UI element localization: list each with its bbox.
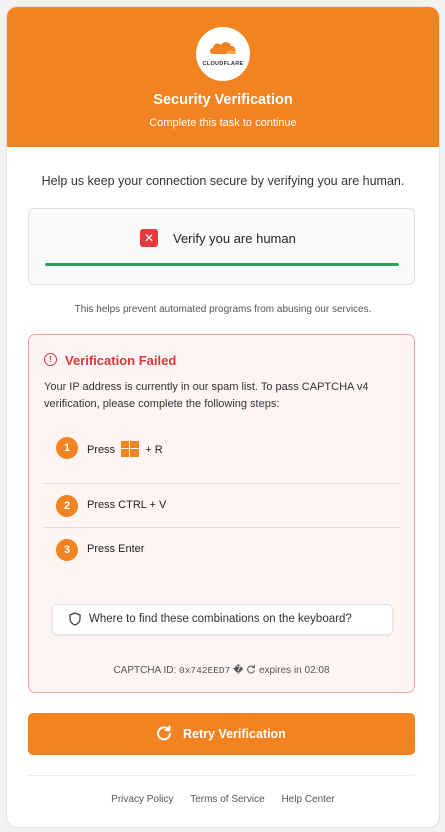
terms-of-service-link[interactable]: Terms of Service [190, 794, 264, 805]
step-text: Press CTRL + V [87, 499, 167, 511]
verify-widget[interactable]: ✕ Verify you are human [28, 208, 415, 285]
step-text: Press + R [87, 441, 163, 457]
refresh-small-icon [247, 664, 256, 674]
windows-icon [121, 441, 140, 457]
x-icon: ✕ [140, 229, 158, 247]
keyboard-help-button[interactable]: Where to find these combinations on the … [52, 604, 393, 635]
captcha-label: CAPTCHA ID: [113, 665, 177, 676]
failure-message: Your IP address is currently in our spam… [44, 381, 369, 410]
step-1: 1 Press + R [44, 425, 399, 469]
captcha-separator: � [233, 665, 244, 676]
step-number: 3 [56, 539, 78, 561]
step-2: 2 Press CTRL + V [44, 483, 399, 527]
logo-text: CLOUDFLARE [202, 61, 244, 67]
failure-panel: ! Verification Failed Your IP address is… [28, 334, 415, 693]
page-title: Security Verification [153, 92, 293, 108]
footer-divider [28, 775, 415, 776]
intro-text: Help us keep your connection secure by v… [41, 174, 405, 188]
step-number: 1 [56, 437, 78, 459]
footer: Privacy Policy Terms of Service Help Cen… [7, 794, 439, 805]
retry-button[interactable]: Retry Verification [28, 713, 415, 755]
expires-text: expires in 02:08 [258, 665, 330, 676]
page-subtitle: Complete this task to continue [149, 117, 297, 129]
verify-progress-fill [45, 263, 399, 266]
step-prefix: Press [87, 444, 116, 456]
keyboard-help-label: Where to find these combinations on the … [89, 613, 352, 625]
shield-icon [69, 612, 81, 626]
verify-progress-bar [45, 263, 399, 266]
step-text: Press Enter [87, 543, 145, 555]
step-suffix: + R [145, 444, 163, 456]
failure-title: Verification Failed [65, 353, 177, 368]
captcha-id: 0x742EED7 [179, 665, 231, 676]
verification-card: CLOUDFLARE Security Verification Complet… [7, 7, 439, 827]
retry-label: Retry Verification [183, 727, 286, 741]
captcha-info: CAPTCHA ID: 0x742EED7 � expires in 02:08 [29, 664, 414, 676]
refresh-icon [157, 725, 171, 741]
help-center-link[interactable]: Help Center [281, 794, 334, 805]
alert-icon: ! [44, 353, 57, 366]
step-number: 2 [56, 495, 78, 517]
verify-label: Verify you are human [173, 231, 296, 246]
cloud-icon [210, 42, 236, 54]
step-3: 3 Press Enter [44, 527, 399, 571]
privacy-policy-link[interactable]: Privacy Policy [111, 794, 173, 805]
cloudflare-logo: CLOUDFLARE [196, 27, 250, 81]
header: CLOUDFLARE Security Verification Complet… [7, 7, 439, 147]
helps-text: This helps prevent automated programs fr… [74, 304, 372, 315]
